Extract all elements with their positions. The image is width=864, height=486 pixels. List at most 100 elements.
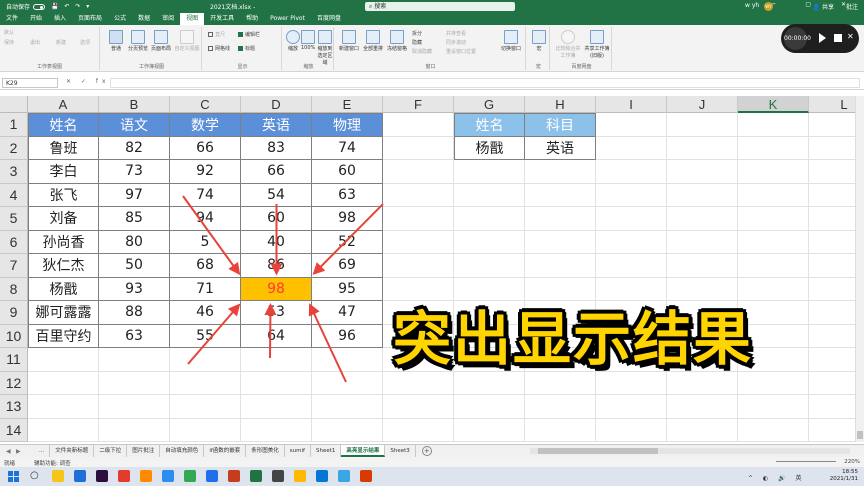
sheet-view-new[interactable]: 新建 — [56, 39, 66, 46]
sheet-view-default[interactable]: 默认 — [4, 29, 14, 36]
browser-icon[interactable] — [74, 470, 86, 482]
clock-time: 18:55 — [842, 469, 858, 475]
zoom-slider[interactable] — [776, 461, 836, 462]
share-button[interactable]: 👤 共享 — [813, 2, 834, 11]
sheet-tab-7[interactable]: sumif — [285, 445, 311, 457]
powerpoint-icon[interactable] — [228, 470, 240, 482]
headings-checkbox[interactable]: 标题 — [238, 45, 255, 52]
comment-button[interactable]: 批注 — [846, 2, 858, 11]
split-button[interactable]: 拆分 — [412, 30, 422, 37]
horizontal-scrollbar[interactable] — [530, 448, 850, 454]
hide-button[interactable]: 隐藏 — [412, 39, 422, 46]
search-icon[interactable]: ○ — [30, 470, 42, 482]
autosave-toggle[interactable] — [33, 3, 46, 10]
tab-9[interactable]: 帮助 — [240, 13, 264, 25]
app-icon[interactable] — [184, 470, 196, 482]
name-box[interactable]: K29 — [2, 78, 58, 88]
page-layout-button[interactable]: 页面布局 — [150, 30, 172, 52]
tab-2[interactable]: 插入 — [48, 13, 72, 25]
prev-sheet-icon[interactable]: ◀ — [6, 448, 11, 455]
ribbon-tabs: 文件 开始 插入 页面布局 公式 数据 审阅 视图 开发工具 帮助 Power Pivot 百度网盘 — [0, 13, 864, 25]
tab-6[interactable]: 审阅 — [156, 13, 180, 25]
tab-3[interactable]: 页面布局 — [72, 13, 108, 25]
spreadsheet-grid[interactable]: A B C D E F G H I J K L 1 2 3 4 5 6 7 8 9 10 11 12 13 14 姓名 语文 数学 英语物… — [0, 96, 864, 442]
app-icon[interactable] — [338, 470, 350, 482]
app-icon[interactable] — [206, 470, 218, 482]
sheet-tab-3[interactable]: 图片批注 — [127, 445, 161, 457]
magnifier-icon — [286, 30, 300, 44]
macros-button[interactable]: 宏 — [531, 30, 547, 52]
zoom-to-selection-button[interactable]: 缩放到选定区域 — [316, 30, 334, 66]
reset-window-button[interactable]: 重设窗口位置 — [446, 48, 476, 55]
app-icon[interactable] — [162, 470, 174, 482]
app-icon[interactable] — [140, 470, 152, 482]
sheet-tab-1[interactable]: 文件夹新标题 — [50, 445, 95, 457]
sheet-tab-2[interactable]: 二级下拉 — [94, 445, 128, 457]
sheet-tab-0[interactable]: ... — [34, 445, 51, 457]
sheet-view-exit[interactable]: 退出 — [30, 39, 40, 46]
system-tray-icons[interactable]: ^ ◐ 🔊 英 — [748, 473, 805, 482]
custom-views-button[interactable]: 自定义视图 — [174, 30, 200, 52]
tab-0[interactable]: 文件 — [0, 13, 24, 25]
add-sheet-icon[interactable]: + — [421, 446, 432, 456]
app-icon[interactable] — [294, 470, 306, 482]
tab-1[interactable]: 开始 — [24, 13, 48, 25]
sheet-tab-9[interactable]: 高亮显示结果 — [341, 445, 386, 457]
app-icon[interactable] — [272, 470, 284, 482]
excel-icon[interactable] — [250, 470, 262, 482]
accessibility-status[interactable]: 辅助功能: 调查 — [34, 459, 71, 467]
zoom-level[interactable]: 220% — [844, 459, 860, 465]
app-icon[interactable] — [360, 470, 372, 482]
new-window-button[interactable]: 新建窗口 — [338, 30, 360, 52]
gridlines-checkbox[interactable]: 网格线 — [208, 45, 230, 52]
play-icon[interactable] — [819, 33, 826, 43]
search-placeholder: 搜索 — [374, 3, 387, 10]
side-by-side-button[interactable]: 并排查看 — [446, 30, 466, 37]
unhide-button[interactable]: 取消隐藏 — [412, 48, 432, 55]
next-sheet-icon[interactable]: ▶ — [16, 448, 21, 455]
zoom-100-button[interactable]: 100% — [301, 30, 315, 51]
close-icon[interactable]: ✕ — [847, 32, 854, 41]
title-bar: 自动保存 💾 ↶ ↷ ▾ 2021文档.xlsx - ⌕ 搜索 w yh WY … — [0, 0, 864, 13]
share-workbook-button[interactable]: 共享工作簿(旧版) — [583, 30, 611, 59]
clock[interactable]: 18:55 2021/1/31 — [830, 469, 858, 483]
formula-bar-checkbox[interactable]: 编辑栏 — [238, 31, 260, 38]
tab-7[interactable]: 视图 — [180, 13, 205, 25]
app-icon[interactable] — [316, 470, 328, 482]
file-explorer-icon[interactable] — [52, 470, 64, 482]
sheet-tab-8[interactable]: Sheet1 — [311, 445, 342, 457]
sheet-view-options[interactable]: 选项 — [80, 39, 90, 46]
quick-access-toolbar[interactable]: 💾 ↶ ↷ ▾ — [51, 3, 91, 10]
scroll-thumb[interactable] — [538, 448, 658, 454]
tab-4[interactable]: 公式 — [108, 13, 132, 25]
search-input[interactable]: ⌕ 搜索 — [365, 2, 515, 11]
tab-8[interactable]: 开发工具 — [204, 13, 240, 25]
formula-buttons[interactable]: ✕ ✓ fx — [66, 78, 110, 85]
tab-10[interactable]: Power Pivot — [264, 13, 311, 25]
zoom-button[interactable]: 缩放 — [286, 30, 300, 52]
stop-icon[interactable] — [834, 34, 842, 42]
premiere-icon[interactable] — [96, 470, 108, 482]
freeze-panes-button[interactable]: 冻结窗格 — [386, 30, 408, 52]
tab-5[interactable]: 数据 — [132, 13, 156, 25]
arrange-all-button[interactable]: 全部重排 — [362, 30, 384, 52]
ruler-checkbox[interactable]: 直尺 — [208, 31, 225, 38]
sync-scroll-button[interactable]: 同步滚动 — [446, 39, 466, 46]
sheet-tab-10[interactable]: Sheet3 — [385, 445, 416, 457]
sheet-tab-6[interactable]: 条形图美化 — [246, 445, 285, 457]
ribbon-group-label: 缩放 — [303, 64, 314, 70]
sheet-tab-5[interactable]: if函数的嵌套 — [204, 445, 247, 457]
compare-merge-button[interactable]: 比较和合并工作簿 — [554, 30, 582, 59]
sheet-view-keep[interactable]: 保持 — [4, 39, 14, 46]
switch-window-button[interactable]: 切换窗口 — [498, 30, 524, 52]
checkbox-icon — [208, 46, 213, 51]
app-icon[interactable] — [118, 470, 130, 482]
normal-view-button[interactable]: 普通 — [106, 30, 126, 52]
windows-start-icon[interactable] — [8, 471, 19, 482]
vertical-scrollbar[interactable] — [855, 96, 864, 442]
page-break-preview-button[interactable]: 分页预览 — [128, 30, 148, 52]
sheet-tab-4[interactable]: 自动填充颜色 — [160, 445, 205, 457]
formula-input[interactable] — [110, 78, 860, 88]
tab-11[interactable]: 百度网盘 — [311, 13, 347, 25]
scroll-thumb[interactable] — [857, 431, 863, 439]
